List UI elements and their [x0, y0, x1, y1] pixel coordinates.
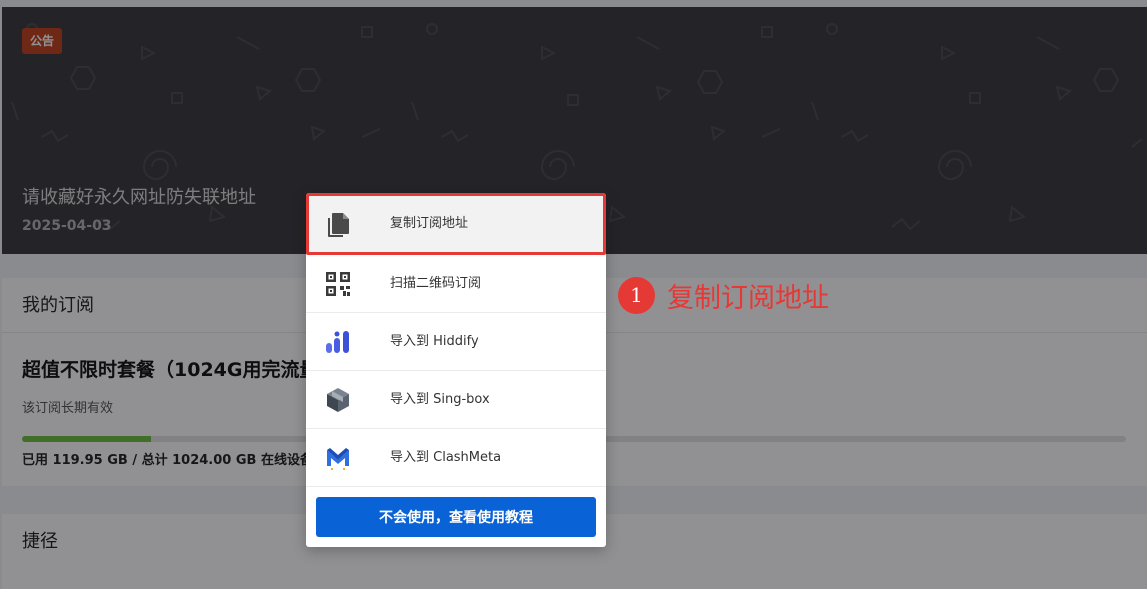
clashmeta-icon	[327, 448, 349, 470]
menu-item-label: 导入到 Hiddify	[390, 334, 479, 349]
step-number-badge: 1	[618, 277, 655, 314]
hiddify-icon	[326, 331, 349, 353]
menu-item-copy-subscription[interactable]: 复制订阅地址	[306, 193, 606, 255]
sing-box-icon	[327, 388, 349, 412]
tutorial-button[interactable]: 不会使用，查看使用教程	[316, 497, 596, 537]
menu-item-label: 扫描二维码订阅	[390, 276, 482, 291]
qr-code-icon	[326, 272, 350, 296]
subscribe-dropdown-menu: 复制订阅地址 扫描二维码订阅 导入到 Hiddify 导入到 Sing-box …	[306, 193, 606, 547]
menu-item-import-clashmeta[interactable]: 导入到 ClashMeta	[306, 429, 606, 487]
menu-item-import-sing-box[interactable]: 导入到 Sing-box	[306, 371, 606, 429]
copy-icon	[328, 213, 349, 237]
menu-item-label: 导入到 ClashMeta	[390, 450, 502, 465]
callout-text: 复制订阅地址	[667, 283, 829, 314]
menu-item-label: 复制订阅地址	[390, 216, 469, 231]
menu-item-import-hiddify[interactable]: 导入到 Hiddify	[306, 313, 606, 371]
menu-item-label: 导入到 Sing-box	[390, 392, 490, 407]
menu-item-scan-qr[interactable]: 扫描二维码订阅	[306, 255, 606, 313]
